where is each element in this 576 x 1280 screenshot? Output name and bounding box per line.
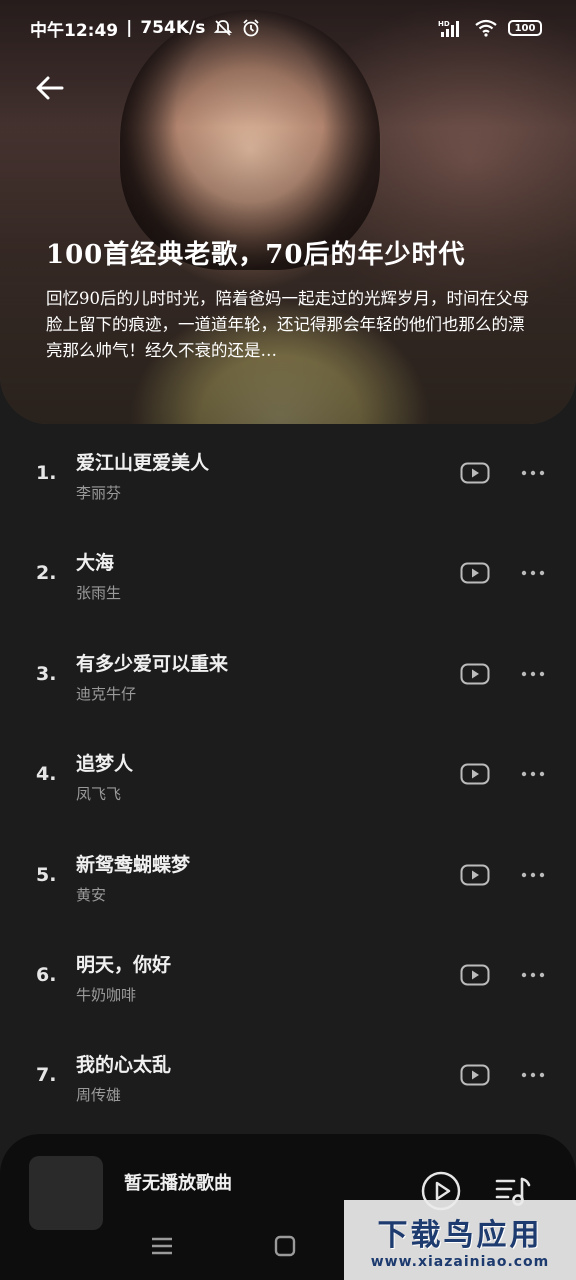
song-row[interactable]: 3. 有多少爱可以重来 迪克牛仔 (0, 631, 576, 731)
song-artist: 张雨生 (76, 584, 122, 603)
song-row[interactable]: 1. 爱江山更爱美人 李丽芬 (0, 430, 576, 530)
song-row[interactable]: 5. 新鸳鸯蝴蝶梦 黄安 (0, 832, 576, 932)
song-name: 我的心太乱 (76, 1054, 172, 1077)
video-play-icon[interactable] (460, 663, 490, 685)
song-name: 新鸳鸯蝴蝶梦 (76, 853, 191, 876)
battery-level: 100 (514, 22, 536, 34)
back-arrow-icon[interactable] (32, 70, 68, 106)
playlist-title: 100首经典老歌，70后的年少时代 (46, 240, 466, 270)
watermark-logo: 下载鸟应用 www.xiazainiao.com (344, 1200, 576, 1280)
video-play-icon[interactable] (460, 562, 490, 584)
song-index: 2. (36, 562, 57, 585)
song-artist: 黄安 (76, 885, 107, 904)
home-icon[interactable] (274, 1235, 296, 1257)
more-options-icon[interactable] (519, 560, 547, 586)
song-artist: 李丽芬 (76, 484, 122, 502)
playlist-description: 回忆90后的儿时时光，陪着爸妈一起走过的光辉岁月，时间在父母脸上留下的痕迹，一道… (46, 289, 529, 360)
song-name: 有多少爱可以重来 (76, 652, 229, 675)
more-options-icon[interactable] (519, 862, 547, 888)
song-row[interactable]: 2. 大海 张雨生 (0, 530, 576, 630)
recent-apps-icon[interactable] (150, 1236, 174, 1256)
mute-icon (214, 20, 233, 36)
song-index: 7. (36, 1064, 57, 1087)
song-name: 明天，你好 (76, 953, 172, 976)
song-index: 5. (36, 863, 57, 886)
song-row[interactable]: 4. 追梦人 凤飞飞 (0, 731, 576, 831)
status-time: 中午12:49 (30, 20, 119, 41)
watermark-url: www.xiazainiao.com (370, 1254, 550, 1270)
watermark-title: 下载鸟应用 (377, 1218, 543, 1253)
song-index: 3. (36, 662, 57, 685)
song-name: 追梦人 (76, 753, 134, 776)
video-play-icon[interactable] (460, 763, 490, 785)
song-artist: 凤飞飞 (76, 785, 122, 804)
song-artist: 迪克牛仔 (76, 684, 137, 703)
playlist-header: 中午12:49 | 754K/s HD 100 100首经典老歌，70后的年少时… (0, 0, 576, 424)
song-name: 爱江山更爱美人 (76, 452, 210, 474)
status-separator: | (126, 18, 133, 38)
song-artist: 牛奶咖啡 (76, 985, 137, 1004)
song-row[interactable]: 6. 明天，你好 牛奶咖啡 (0, 932, 576, 1032)
video-play-icon[interactable] (460, 964, 490, 986)
now-playing-text: 暂无播放歌曲 (124, 1173, 232, 1194)
battery-icon: 100 (508, 20, 542, 36)
more-options-icon[interactable] (519, 661, 547, 687)
more-options-icon[interactable] (519, 962, 547, 988)
video-play-icon[interactable] (460, 1064, 490, 1086)
more-options-icon[interactable] (519, 1062, 547, 1088)
signal-icon: HD (438, 20, 459, 37)
status-speed: 754K/s (140, 18, 206, 38)
song-artist: 周传雄 (76, 1086, 122, 1105)
video-play-icon[interactable] (460, 462, 490, 484)
hd-label: HD (438, 20, 450, 28)
more-options-icon[interactable] (519, 460, 547, 486)
song-index: 6. (36, 963, 57, 986)
song-list: 1. 爱江山更爱美人 李丽芬 2. 大海 张雨生 3. 有多少爱可以重来 迪克牛… (0, 430, 576, 1133)
wifi-icon (475, 19, 497, 37)
song-row[interactable]: 7. 我的心太乱 周传雄 (0, 1032, 576, 1132)
song-index: 1. (36, 462, 57, 484)
song-index: 4. (36, 763, 57, 786)
video-play-icon[interactable] (460, 864, 490, 886)
song-name: 大海 (76, 552, 115, 575)
status-bar: 中午12:49 | 754K/s HD 100 (0, 0, 576, 56)
more-options-icon[interactable] (519, 761, 547, 787)
alarm-icon (243, 19, 259, 37)
